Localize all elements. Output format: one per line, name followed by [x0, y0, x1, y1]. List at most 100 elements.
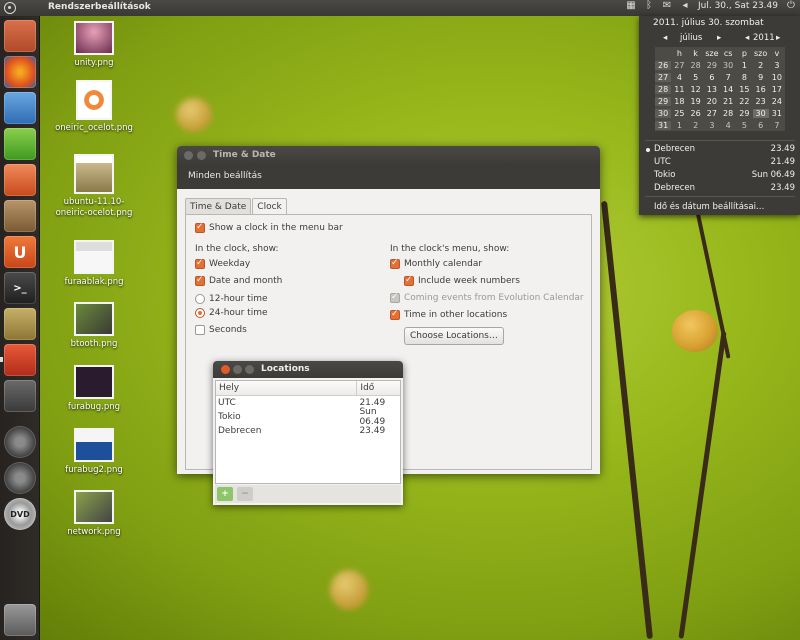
desktop-icon[interactable]: network.png	[48, 490, 140, 538]
close-icon[interactable]	[184, 151, 193, 160]
calendar-day[interactable]: 17	[769, 85, 785, 94]
clock-indicator[interactable]: Jul. 30., Sat 23.49	[698, 1, 778, 11]
choose-locations-button[interactable]: Choose Locations…	[404, 327, 504, 345]
home-folder-icon[interactable]	[4, 20, 36, 52]
software-center-icon[interactable]	[4, 200, 36, 232]
calendar-day[interactable]: 24	[769, 97, 785, 106]
time-date-settings-menu-item[interactable]: Idő és dátum beállításai…	[645, 202, 795, 212]
table-row[interactable]: Tokio Sun 06.49	[216, 407, 400, 427]
add-location-button[interactable]: +	[217, 487, 233, 501]
calendar-day[interactable]: 2	[753, 61, 769, 70]
calendar-day[interactable]: 6	[704, 73, 720, 82]
calendar-day[interactable]: 28	[688, 61, 704, 70]
terminal-icon[interactable]: >_	[4, 272, 36, 304]
monthly-calendar-checkbox[interactable]	[390, 258, 400, 269]
calendar-day[interactable]: 25	[671, 109, 687, 118]
archive-icon[interactable]	[4, 308, 36, 340]
menu-location-item[interactable]: Debrecen 23.49	[645, 144, 795, 154]
calendar-day[interactable]: 21	[720, 97, 736, 106]
other-locations-checkbox[interactable]	[390, 309, 400, 320]
ubuntu-logo-icon[interactable]	[4, 2, 16, 14]
applications-lens-icon[interactable]	[4, 426, 36, 458]
calendar-day[interactable]: 19	[688, 97, 704, 106]
menu-location-item[interactable]: UTC 21.49	[645, 157, 795, 167]
date-month-row[interactable]: Date and month	[195, 275, 282, 286]
desktop-icon[interactable]: furabug2.png	[48, 428, 140, 476]
calendar-day[interactable]: 4	[720, 121, 736, 130]
calendar-day[interactable]: 1	[671, 121, 687, 130]
workspace-switcher-icon[interactable]	[4, 380, 36, 412]
calendar-day[interactable]: 15	[736, 85, 752, 94]
calendar-day-today[interactable]: 30	[752, 108, 769, 118]
other-locations-row[interactable]: Time in other locations	[390, 309, 507, 320]
calendar-day[interactable]: 29	[736, 109, 752, 118]
tab-clock[interactable]: Clock	[252, 198, 287, 215]
weekday-row[interactable]: Weekday	[195, 258, 250, 269]
weekday-checkbox[interactable]	[195, 258, 205, 269]
h24-row[interactable]: 24-hour time	[195, 308, 268, 318]
week-numbers-checkbox[interactable]	[404, 275, 414, 286]
next-year-icon[interactable]: ▸	[776, 33, 780, 43]
all-settings-button[interactable]: Minden beállítás	[177, 165, 600, 189]
trash-icon[interactable]	[4, 604, 36, 636]
ubuntu-one-icon[interactable]: U	[4, 236, 36, 268]
desktop-icon[interactable]: ubuntu-11.10- oneiric-ocelot.png	[48, 154, 140, 219]
calendar-day[interactable]: 22	[736, 97, 752, 106]
dvd-icon[interactable]: DVD	[4, 498, 36, 530]
maximize-icon[interactable]	[245, 365, 254, 374]
bluetooth-icon[interactable]: ᛒ	[644, 1, 654, 11]
calendar-day[interactable]: 5	[688, 73, 704, 82]
files-lens-icon[interactable]	[4, 462, 36, 494]
dialog-titlebar[interactable]: Locations	[213, 361, 403, 378]
calendar-day[interactable]: 26	[688, 109, 704, 118]
calendar-day[interactable]: 27	[671, 61, 687, 70]
show-clock-checkbox[interactable]	[195, 222, 205, 233]
calendar-day[interactable]: 3	[769, 61, 785, 70]
minimize-icon[interactable]	[233, 365, 242, 374]
close-icon[interactable]	[221, 365, 230, 374]
desktop-icon[interactable]: oneiric_ocelot.png	[48, 80, 140, 134]
network-icon[interactable]: ▦	[626, 1, 636, 11]
calendar-day[interactable]: 14	[720, 85, 736, 94]
column-header-place[interactable]: Hely	[216, 381, 358, 395]
calendar-day[interactable]: 29	[704, 61, 720, 70]
monthly-calendar-row[interactable]: Monthly calendar	[390, 258, 482, 269]
calendar-day[interactable]: 7	[720, 73, 736, 82]
calendar-day[interactable]: 16	[753, 85, 769, 94]
prev-month-icon[interactable]: ◂	[663, 33, 667, 43]
calendar-day[interactable]: 6	[753, 121, 769, 130]
table-row[interactable]: Debrecen 23.49	[216, 424, 400, 438]
mail-icon[interactable]: ✉	[662, 1, 672, 11]
calendar-day[interactable]: 5	[736, 121, 752, 130]
tab-time-date[interactable]: Time & Date	[185, 198, 252, 215]
menu-location-item[interactable]: Debrecen 23.49	[645, 183, 795, 193]
system-settings-icon[interactable]	[4, 344, 36, 376]
h24-radio[interactable]	[195, 308, 205, 318]
h12-row[interactable]: 12-hour time	[195, 294, 268, 304]
calendar-day[interactable]: 23	[753, 97, 769, 106]
desktop-icon[interactable]: furabug.png	[48, 365, 140, 413]
remove-location-button[interactable]: −	[237, 487, 253, 501]
date-month-checkbox[interactable]	[195, 275, 205, 286]
calendar-day[interactable]: 28	[720, 109, 736, 118]
calendar-day[interactable]: 31	[769, 109, 785, 118]
minimize-icon[interactable]	[197, 151, 206, 160]
calendar-day[interactable]: 2	[688, 121, 704, 130]
window-titlebar[interactable]: Time & Date	[177, 146, 600, 165]
calendar-day[interactable]: 30	[720, 61, 736, 70]
h12-radio[interactable]	[195, 294, 205, 304]
power-icon[interactable]: ⏻	[786, 1, 796, 11]
calendar-day[interactable]: 18	[671, 97, 687, 106]
calendar-day[interactable]: 9	[753, 73, 769, 82]
next-month-icon[interactable]: ▸	[717, 33, 721, 43]
week-numbers-row[interactable]: Include week numbers	[404, 275, 520, 286]
menu-location-item[interactable]: Tokio Sun 06.49	[645, 170, 795, 180]
calendar-day[interactable]: 12	[688, 85, 704, 94]
calendar-day[interactable]: 20	[704, 97, 720, 106]
calendar-day[interactable]: 1	[736, 61, 752, 70]
calendar-day[interactable]: 3	[704, 121, 720, 130]
seconds-row[interactable]: Seconds	[195, 325, 247, 335]
calendar-day[interactable]: 11	[671, 85, 687, 94]
desktop-icon[interactable]: btooth.png	[48, 302, 140, 350]
prev-year-icon[interactable]: ◂	[745, 33, 749, 43]
